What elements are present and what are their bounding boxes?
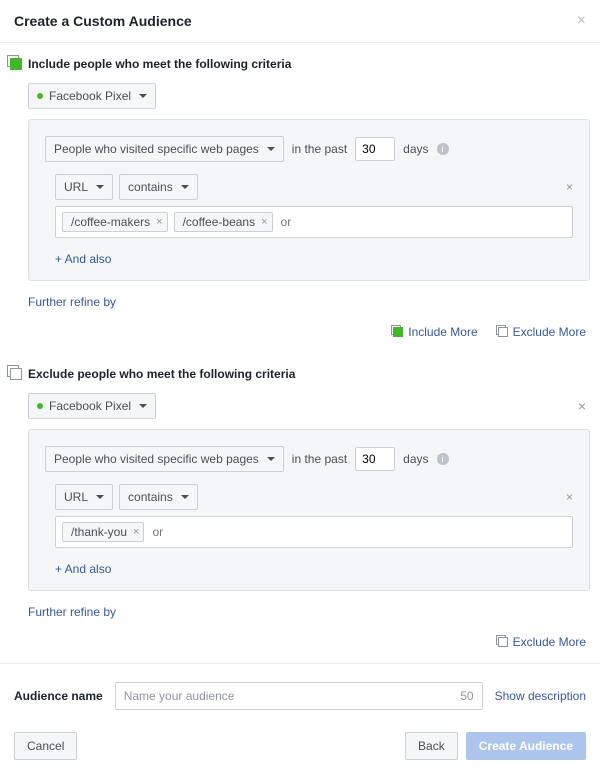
url-token-input[interactable]: /coffee-makers × /coffee-beans × [55, 206, 573, 238]
info-icon[interactable]: i [437, 143, 449, 155]
and-also-link[interactable]: + And also [55, 562, 111, 576]
include-icon [393, 327, 403, 337]
pixel-label: Facebook Pixel [49, 399, 131, 413]
filter-op-select[interactable]: contains [119, 484, 198, 510]
chevron-down-icon [181, 495, 189, 499]
include-rule-card: People who visited specific web pages in… [28, 119, 590, 281]
pixel-select[interactable]: Facebook Pixel [28, 83, 156, 109]
close-icon[interactable]: × [577, 12, 586, 30]
days-word: days [403, 142, 428, 156]
cancel-button[interactable]: Cancel [14, 732, 77, 760]
rule-type-select[interactable]: People who visited specific web pages [45, 136, 284, 162]
pixel-select[interactable]: Facebook Pixel [28, 393, 156, 419]
remove-rule-icon[interactable]: × [566, 180, 573, 194]
remove-rule-icon[interactable]: × [566, 490, 573, 504]
show-description-link[interactable]: Show description [495, 689, 586, 703]
status-dot-icon [37, 403, 43, 409]
chevron-down-icon [139, 404, 147, 408]
filter-field-label: URL [64, 490, 88, 504]
further-refine-link[interactable]: Further refine by [28, 605, 590, 619]
include-section-label: Include people who meet the following cr… [28, 57, 291, 71]
filter-field-select[interactable]: URL [55, 484, 113, 510]
remove-section-icon[interactable]: × [578, 398, 586, 414]
remove-token-icon[interactable]: × [133, 526, 139, 538]
in-past-text: in the past [292, 452, 347, 466]
exclude-section-label: Exclude people who meet the following cr… [28, 367, 295, 381]
exclude-rule-card: People who visited specific web pages in… [28, 429, 590, 591]
filter-field-label: URL [64, 180, 88, 194]
exclude-icon [10, 368, 22, 380]
dialog-title: Create a Custom Audience [14, 13, 192, 29]
chevron-down-icon [267, 457, 275, 461]
exclude-icon [498, 327, 508, 337]
days-word: days [403, 452, 428, 466]
in-past-text: in the past [292, 142, 347, 156]
filter-op-label: contains [128, 490, 173, 504]
pixel-label: Facebook Pixel [49, 89, 131, 103]
days-input[interactable] [355, 137, 395, 161]
token-text-input[interactable] [150, 523, 566, 541]
token-text: /thank-you [71, 525, 127, 539]
filter-op-label: contains [128, 180, 173, 194]
include-icon [10, 58, 22, 70]
include-more-link[interactable]: Include More [393, 325, 477, 339]
exclude-more-text: Exclude More [513, 325, 586, 339]
exclude-more-text: Exclude More [513, 635, 586, 649]
further-refine-link[interactable]: Further refine by [28, 295, 590, 309]
filter-op-select[interactable]: contains [119, 174, 198, 200]
days-input[interactable] [355, 447, 395, 471]
exclude-icon [498, 637, 508, 647]
char-count: 50 [460, 689, 473, 703]
create-audience-button[interactable]: Create Audience [466, 732, 586, 760]
chevron-down-icon [96, 495, 104, 499]
exclude-more-link[interactable]: Exclude More [498, 325, 586, 339]
chevron-down-icon [181, 185, 189, 189]
rule-type-select[interactable]: People who visited specific web pages [45, 446, 284, 472]
token-text: /coffee-beans [183, 215, 256, 229]
and-also-link[interactable]: + And also [55, 252, 111, 266]
chevron-down-icon [96, 185, 104, 189]
info-icon[interactable]: i [437, 453, 449, 465]
url-token-input[interactable]: /thank-you × [55, 516, 573, 548]
remove-token-icon[interactable]: × [156, 216, 162, 228]
remove-token-icon[interactable]: × [261, 216, 267, 228]
chevron-down-icon [139, 94, 147, 98]
rule-type-label: People who visited specific web pages [54, 142, 259, 156]
token-text: /coffee-makers [71, 215, 150, 229]
audience-name-input[interactable] [116, 683, 461, 709]
status-dot-icon [37, 93, 43, 99]
url-token: /coffee-beans × [174, 212, 273, 232]
url-token: /coffee-makers × [62, 212, 168, 232]
back-button[interactable]: Back [405, 732, 458, 760]
url-token: /thank-you × [62, 522, 144, 542]
rule-type-label: People who visited specific web pages [54, 452, 259, 466]
include-more-text: Include More [408, 325, 477, 339]
chevron-down-icon [267, 147, 275, 151]
filter-field-select[interactable]: URL [55, 174, 113, 200]
token-text-input[interactable] [279, 213, 566, 231]
exclude-more-link[interactable]: Exclude More [498, 635, 586, 649]
audience-name-label: Audience name [14, 689, 103, 703]
